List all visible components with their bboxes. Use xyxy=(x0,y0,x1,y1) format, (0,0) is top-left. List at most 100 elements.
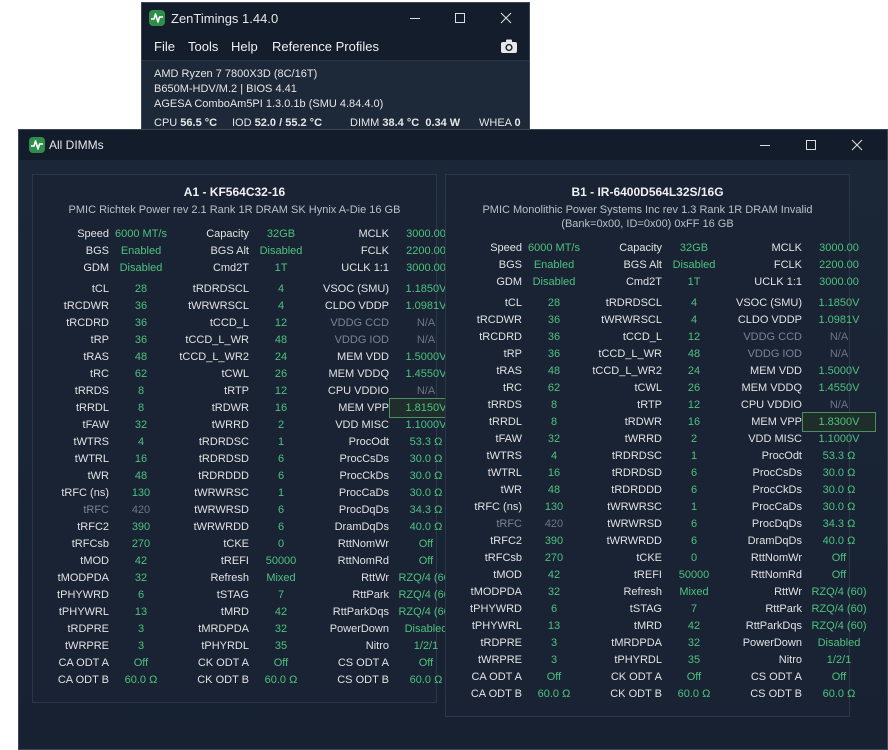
mem-vddq-value: 1.4550V xyxy=(818,382,860,394)
trfc2-value: 390 xyxy=(544,535,564,547)
tras-label: tRAS xyxy=(83,351,109,363)
cpu-model: AMD Ryzen 7 7800X3D (8C/16T) xyxy=(154,68,318,80)
trfcsb-label: tRFCsb xyxy=(484,552,522,564)
cldo-vddp-label: CLDO VDDP xyxy=(324,300,389,312)
vddg-ccd-value: N/A xyxy=(829,331,849,343)
ck-odt-a-label: CK ODT A xyxy=(197,657,249,669)
trdrddd-label: tRDRDDD xyxy=(611,484,662,496)
rttpark-label: RttPark xyxy=(765,603,802,615)
maximize-icon[interactable] xyxy=(803,137,819,153)
ca-odt-b-value: 60.0 Ω xyxy=(124,674,158,686)
trdrdscl-label: tRDRDSCL xyxy=(605,297,662,309)
rttpark-label: RttPark xyxy=(352,589,389,601)
tmodpda-value: 32 xyxy=(547,586,561,598)
tmodpda-label: tMODPDA xyxy=(57,572,109,584)
minimize-icon[interactable] xyxy=(757,137,773,153)
dimm-subtitle: (Bank=0x00, ID=0x00) 0xFF 16 GB xyxy=(561,218,734,230)
trcdrd-value: 36 xyxy=(547,331,561,343)
procdqds-label: ProcDqDs xyxy=(751,518,802,530)
trdrdscl-label: tRDRDSCL xyxy=(192,283,249,295)
tphywrd-value: 6 xyxy=(137,589,145,601)
cpu-temp: CPU 56.5 °C xyxy=(154,117,218,129)
bgs-alt-label: BGS Alt xyxy=(210,245,249,257)
close-icon[interactable] xyxy=(849,137,865,153)
trcdrd-label: tRCDRD xyxy=(66,317,109,329)
vsoc-smu-label: VSOC (SMU) xyxy=(736,297,802,309)
procdqds-value: 34.3 Ω xyxy=(822,518,856,530)
tfaw-label: tFAW xyxy=(495,433,522,445)
mem-vdd-label: MEM VDD xyxy=(750,365,802,377)
trdrdsd-label: tRDRDSD xyxy=(611,467,662,479)
ca-odt-a-value: Off xyxy=(546,671,562,683)
tphyrdl-label: tPHYRDL xyxy=(614,654,662,666)
gdm-label: GDM xyxy=(83,262,109,274)
camera-icon[interactable] xyxy=(500,38,518,54)
twtrl-value: 16 xyxy=(547,467,561,479)
dramdqds-value: 40.0 Ω xyxy=(822,535,856,547)
mem-vddq-label: MEM VDDQ xyxy=(741,382,803,394)
twtrs-label: tWTRS xyxy=(486,450,522,462)
tccd-l-wr-label: tCCD_L_WR xyxy=(598,348,662,360)
proccsds-label: ProcCsDs xyxy=(752,467,802,479)
ck-odt-b-label: CK ODT B xyxy=(197,674,249,686)
menu-help[interactable]: Help xyxy=(231,39,258,54)
minimize-icon[interactable] xyxy=(407,10,423,26)
trdpre-value: 3 xyxy=(550,637,558,649)
cs-odt-a-label: CS ODT A xyxy=(750,671,802,683)
tras-value: 48 xyxy=(547,365,561,377)
tphywrl-label: tPHYWRL xyxy=(58,606,109,618)
procckds-label: ProcCkDs xyxy=(339,470,389,482)
trdrdsc-label: tRDRDSC xyxy=(198,436,249,448)
whea-count: WHEA 0 xyxy=(479,117,521,129)
main-title-bar[interactable]: ZenTimings 1.44.0 xyxy=(142,3,529,33)
speed-label: Speed xyxy=(490,242,522,254)
trfc2-value: 390 xyxy=(131,521,151,533)
trfc-ns-label: tRFC (ns) xyxy=(474,501,522,513)
tmodpda-label: tMODPDA xyxy=(470,586,522,598)
window-title: ZenTimings 1.44.0 xyxy=(171,11,279,26)
cs-odt-a-label: CS ODT A xyxy=(337,657,389,669)
tcl-label: tCL xyxy=(91,283,109,295)
rttwr-label: RttWr xyxy=(774,586,802,598)
trdwr-label: tRDWR xyxy=(624,416,662,428)
twr-value: 48 xyxy=(134,470,148,482)
mem-vpp-value: 1.8300V xyxy=(802,412,876,432)
trfc-ns-value: 130 xyxy=(544,501,564,513)
menu-file[interactable]: File xyxy=(154,39,175,54)
trdrddd-label: tRDRDDD xyxy=(198,470,249,482)
dimm-header: A1 - KF564C32-16 xyxy=(183,185,286,199)
maximize-icon[interactable] xyxy=(452,10,468,26)
twrwrscl-label: tWRWRSCL xyxy=(188,300,249,312)
menu-tools[interactable]: Tools xyxy=(188,39,218,54)
trcdwr-label: tRCDWR xyxy=(476,314,522,326)
mem-vpp-label: MEM VPP xyxy=(338,402,389,414)
vdd-misc-label: VDD MISC xyxy=(748,433,802,445)
dimm-header: B1 - IR-6400D564L32S/16G xyxy=(571,185,724,199)
nitro-value: 1/2/1 xyxy=(826,654,852,666)
trrdl-label: tRRDL xyxy=(488,416,522,428)
tphyrdl-label: tPHYRDL xyxy=(201,640,249,652)
trc-label: tRC xyxy=(503,382,522,394)
trfcsb-value: 270 xyxy=(131,538,151,550)
rttnomwr-label: RttNomWr xyxy=(750,552,802,564)
cldo-vddp-label: CLDO VDDP xyxy=(737,314,802,326)
ca-odt-b-value: 60.0 Ω xyxy=(537,688,571,700)
powerdown-label: PowerDown xyxy=(329,623,389,635)
bgs-value: Enabled xyxy=(120,245,162,257)
trdpre-value: 3 xyxy=(137,623,145,635)
close-icon[interactable] xyxy=(498,10,514,26)
all-dimms-window: All DIMMs A1 - KF564C32-16 PMIC Richtek P… xyxy=(18,129,888,750)
dimms-title-bar[interactable]: All DIMMs xyxy=(19,130,887,160)
vddg-iod-label: VDDG IOD xyxy=(334,334,389,346)
twtrs-label: tWTRS xyxy=(73,436,109,448)
tccd-l-label: tCCD_L xyxy=(209,317,249,329)
iod-temp: IOD 52.0 / 55.2 °C xyxy=(232,117,323,129)
cpu-vddio-value: N/A xyxy=(829,399,849,411)
twrpre-value: 3 xyxy=(550,654,558,666)
dramdqds-label: DramDqDs xyxy=(747,535,802,547)
vddg-iod-value: N/A xyxy=(829,348,849,360)
menu-reference-profiles[interactable]: Reference Profiles xyxy=(272,39,379,54)
twrrd-label: tWRRD xyxy=(211,419,249,431)
mem-vddq-label: MEM VDDQ xyxy=(328,368,390,380)
window-title: All DIMMs xyxy=(49,138,104,152)
